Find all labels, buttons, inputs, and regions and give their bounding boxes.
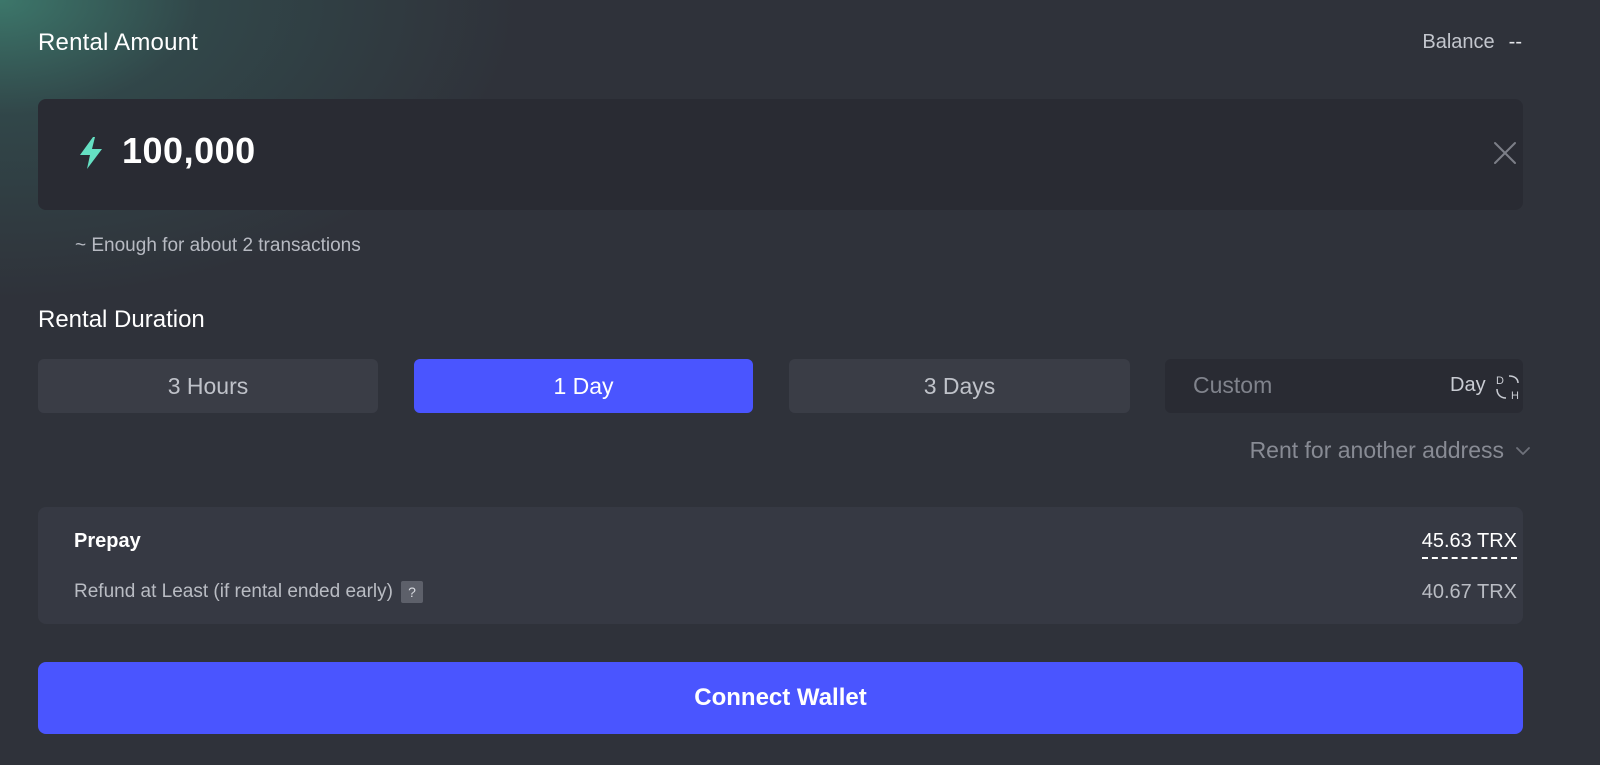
connect-wallet-button[interactable]: Connect Wallet (38, 662, 1523, 734)
custom-duration-unit: Day (1450, 374, 1486, 396)
refund-row: Refund at Least (if rental ended early) … (74, 581, 423, 603)
rental-amount-label: Rental Amount (38, 29, 199, 56)
rental-amount-input[interactable] (38, 99, 1523, 210)
refund-value: 40.67 TRX (1421, 581, 1517, 603)
rental-duration-label: Rental Duration (38, 306, 205, 333)
rental-amount-value[interactable]: 100,000 (122, 130, 256, 172)
refund-label: Refund at Least (if rental ended early) (74, 581, 393, 602)
svg-text:D: D (1496, 375, 1504, 387)
prepay-label: Prepay (74, 530, 141, 552)
svg-text:H: H (1511, 390, 1519, 401)
rental-panel: Rental Amount Balance -- 100,000 ~ Enoug… (0, 0, 1600, 765)
balance: Balance -- (1422, 31, 1522, 54)
balance-label: Balance (1422, 31, 1495, 53)
duration-option-3-hours[interactable]: 3 Hours (38, 359, 378, 413)
cost-summary (38, 507, 1523, 624)
balance-value: -- (1508, 31, 1522, 53)
rent-other-label: Rent for another address (1249, 437, 1504, 463)
rent-for-another-address[interactable]: Rent for another address (1250, 437, 1530, 464)
bolt-icon (80, 137, 102, 169)
duration-option-1-day[interactable]: 1 Day (414, 359, 753, 413)
duration-option-3-days[interactable]: 3 Days (789, 359, 1130, 413)
unit-switch-icon[interactable]: D H (1495, 373, 1523, 401)
help-icon[interactable]: ? (400, 581, 423, 603)
custom-duration-placeholder[interactable]: Custom (1193, 372, 1272, 399)
transaction-estimate: ~ Enough for about 2 transactions (75, 235, 361, 256)
close-icon[interactable] (1493, 141, 1517, 165)
prepay-value[interactable]: 45.63 TRX (1421, 530, 1517, 559)
chevron-down-icon (1516, 446, 1530, 455)
